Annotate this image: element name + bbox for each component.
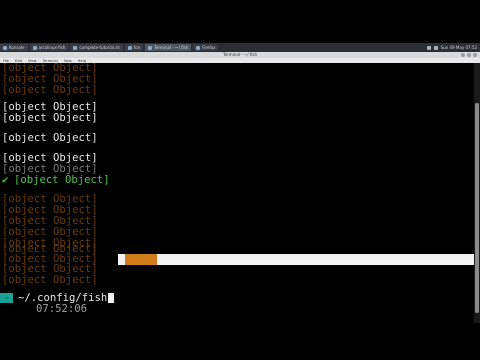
highlight-bar [118, 254, 474, 265]
output-line: [object Object] [2, 112, 98, 124]
top-panel: Konsole arcolinux-fish complete-tutorial… [0, 43, 480, 52]
volume-icon[interactable] [433, 45, 438, 50]
task-label: foo [133, 45, 141, 50]
minimize-button[interactable] [461, 53, 465, 57]
clock[interactable]: Sun 09 May 07:52 [441, 45, 477, 50]
task-label: Terminal - ~/.fish [154, 45, 189, 50]
scrollbar[interactable] [474, 63, 480, 323]
output-line: [object Object] [2, 132, 98, 144]
app-icon [73, 45, 78, 50]
text-cursor[interactable] [108, 293, 114, 303]
terminal-icon [148, 45, 153, 50]
taskbar-item-terminal[interactable]: Terminal - ~/.fish [145, 44, 192, 51]
output-line: [object Object] [2, 274, 98, 286]
selection-highlight [125, 254, 157, 265]
task-label: complete-tutorial.sh [79, 45, 120, 50]
maximize-button[interactable] [467, 53, 471, 57]
taskbar-item-tutorial[interactable]: complete-tutorial.sh [70, 44, 123, 51]
task-label: Firefox [202, 45, 216, 50]
app-icon [127, 45, 132, 50]
taskbar-item-firefox[interactable]: Firefox [193, 44, 219, 51]
bottom-letterbox [0, 323, 480, 360]
taskbar-item-konsole[interactable]: Konsole [0, 44, 28, 51]
task-label: arcolinux-fish [38, 45, 66, 50]
check-icon: ✔ [2, 174, 9, 186]
close-button[interactable] [473, 53, 477, 57]
firefox-icon [196, 45, 201, 50]
app-icon [32, 45, 37, 50]
taskbar-item-arcolinux[interactable]: arcolinux-fish [29, 44, 69, 51]
output-line: [object Object] [14, 174, 110, 186]
taskbar-item-foo[interactable]: foo [124, 44, 144, 51]
output-line: [object Object] [2, 84, 98, 96]
desktop-screen: Konsole arcolinux-fish complete-tutorial… [0, 0, 480, 360]
system-tray: Sun 09 May 07:52 [426, 45, 480, 50]
window-title: Terminal - ~/.fish [223, 52, 257, 57]
prompt-time: 07:52:06 [36, 303, 88, 315]
prompt-indicator: ⇒ [0, 293, 13, 303]
scrollbar-thumb[interactable] [475, 103, 479, 313]
network-icon[interactable] [426, 45, 431, 50]
app-icon [3, 45, 7, 50]
task-label: Konsole [9, 45, 25, 50]
